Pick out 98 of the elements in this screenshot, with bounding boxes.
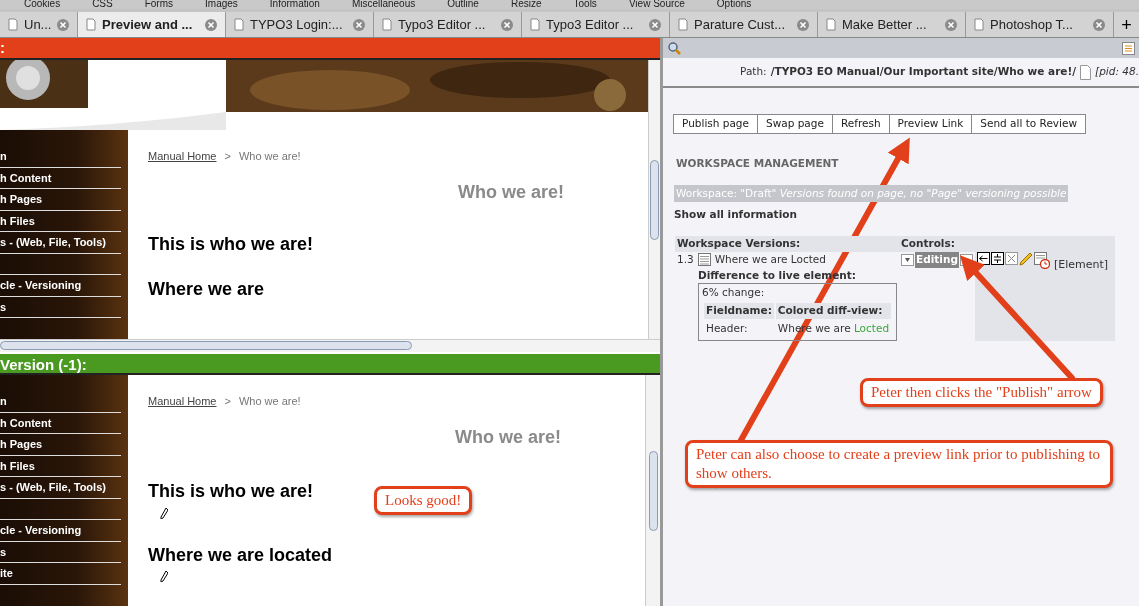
menu-item[interactable]: Outline xyxy=(429,0,479,9)
menu-link[interactable]: n xyxy=(0,146,121,168)
column-header: Workspace Versions: xyxy=(675,236,900,252)
page-title: Who we are! xyxy=(457,180,564,204)
menu-link[interactable]: s - (Web, File, Tools) xyxy=(0,477,121,499)
heading: Where we are xyxy=(148,279,265,301)
menu-item[interactable]: CSS xyxy=(74,0,113,9)
column-header: Fieldname: xyxy=(704,303,774,319)
menu-item[interactable]: Images xyxy=(187,0,238,9)
breadcrumb-link[interactable]: Manual Home xyxy=(148,395,217,408)
menu-link[interactable]: n xyxy=(0,391,121,413)
browser-tab[interactable]: TYPO3 Login:... xyxy=(226,12,374,37)
close-icon[interactable] xyxy=(797,18,809,31)
section-title: WORKSPACE MANAGEMENT xyxy=(676,155,840,171)
callout: Peter then clicks the "Publish" arrow xyxy=(860,378,1103,407)
browser-tab[interactable]: Preview and ... xyxy=(78,12,226,37)
callout: Peter can also choose to create a preview link prior to publishing to show others. xyxy=(685,440,1113,488)
menu-link[interactable]: s - (Web, File, Tools) xyxy=(0,232,121,254)
frame-title-bar: Version (-1): xyxy=(0,352,660,376)
new-tab-button[interactable]: + xyxy=(1114,12,1139,37)
close-icon[interactable] xyxy=(57,18,70,31)
change-summary: 6% change: xyxy=(702,285,766,301)
stage-down-button[interactable] xyxy=(901,253,915,266)
page-id: [pid: 48. xyxy=(1095,64,1139,80)
page-icon xyxy=(234,18,244,31)
browser-tab[interactable]: Make Better ... xyxy=(818,12,966,37)
browser-tab[interactable]: Photoshop T... xyxy=(966,12,1114,37)
menu-item[interactable]: View Source xyxy=(610,0,685,9)
inserted-text: Locted xyxy=(853,321,890,334)
browser-tab[interactable]: Un... xyxy=(0,12,78,37)
path-label: Path: xyxy=(740,64,767,80)
heading: This is who we are! xyxy=(148,480,314,503)
toolbar-button[interactable]: Publish page xyxy=(673,114,758,134)
search-icon[interactable] xyxy=(667,41,681,55)
toolbar-button[interactable]: Refresh xyxy=(831,114,890,134)
breadcrumb-separator: > xyxy=(224,395,231,408)
page-icon xyxy=(382,18,392,31)
page-icon xyxy=(8,18,18,31)
menu-item[interactable]: Miscellaneous xyxy=(333,0,416,9)
close-icon[interactable] xyxy=(945,18,957,31)
scrollbar[interactable] xyxy=(645,375,660,606)
browser-tab[interactable]: Typo3 Editor ... xyxy=(522,12,670,37)
heading: Where we are located xyxy=(148,544,333,567)
column-header: Controls: xyxy=(899,236,1115,252)
menu-item[interactable]: Options xyxy=(698,0,752,9)
breadcrumb-link[interactable]: Manual Home xyxy=(148,150,217,162)
close-icon[interactable] xyxy=(649,18,661,31)
close-icon[interactable] xyxy=(205,18,217,31)
list-icon[interactable] xyxy=(1122,41,1135,55)
callout: Looks good! xyxy=(374,486,473,515)
toolbar-button[interactable]: Preview Link xyxy=(888,114,973,134)
toolbar-button[interactable]: Send all to Review xyxy=(971,114,1087,134)
table-cell-text: Header: xyxy=(705,320,749,336)
menu-link[interactable]: h Content xyxy=(0,412,121,435)
menu-link[interactable]: h Files xyxy=(0,210,121,232)
page-icon xyxy=(678,18,688,31)
menu-link[interactable]: h Files xyxy=(0,455,121,478)
browser-tab[interactable]: Parature Cust... xyxy=(670,12,818,37)
page-icon xyxy=(1080,64,1092,80)
pencil-icon[interactable] xyxy=(160,570,168,583)
menu-link[interactable]: h Pages xyxy=(0,189,121,211)
page-path: /TYPO3 EO Manual/Our Important site/Who we are!/ xyxy=(770,64,1077,80)
menu-link[interactable]: s xyxy=(0,541,121,564)
table-icon xyxy=(697,253,711,267)
version-number: 1.3 xyxy=(677,251,694,267)
browser-tab[interactable]: Typo3 Editor ... xyxy=(374,12,522,37)
page-icon xyxy=(86,18,96,31)
frame-title-bar: : xyxy=(0,38,660,60)
page-title: Who we are! xyxy=(454,425,561,449)
toolbar-button[interactable]: Swap page xyxy=(757,114,833,134)
menu-item[interactable]: Cookies xyxy=(6,0,61,9)
menu-link[interactable]: h Pages xyxy=(0,434,121,456)
column-header: Colored diff-view: xyxy=(775,303,892,319)
close-icon[interactable] xyxy=(1093,18,1105,31)
menu-item[interactable]: Tools xyxy=(555,0,597,9)
menu-item[interactable]: Resize xyxy=(492,0,542,9)
breadcrumb-current: Who we are! xyxy=(238,150,301,162)
close-icon[interactable] xyxy=(501,18,513,31)
pencil-icon[interactable] xyxy=(160,506,168,519)
close-icon[interactable] xyxy=(353,18,365,31)
history-icon[interactable] xyxy=(1033,251,1050,269)
heading: This is who we are! xyxy=(148,233,314,256)
scrollbar[interactable] xyxy=(0,339,660,353)
menu-item[interactable]: Information xyxy=(251,0,320,9)
version-title[interactable]: Where we are Locted xyxy=(714,251,826,268)
menu-item[interactable]: Forms xyxy=(126,0,174,9)
swap-icon[interactable] xyxy=(990,251,1004,265)
scrollbar[interactable] xyxy=(648,60,660,340)
element-label: [Element] xyxy=(1053,256,1109,273)
page-icon xyxy=(530,18,540,31)
breadcrumb-current: Who we are! xyxy=(238,395,301,408)
breadcrumb-separator: > xyxy=(224,150,231,162)
page-icon xyxy=(826,18,836,31)
page-icon xyxy=(974,18,984,31)
menu-link[interactable]: ite xyxy=(0,563,121,585)
menu-link[interactable]: h Content xyxy=(0,167,121,189)
menu-link[interactable]: s xyxy=(0,296,121,318)
show-all-link[interactable]: Show all information xyxy=(674,207,1139,223)
